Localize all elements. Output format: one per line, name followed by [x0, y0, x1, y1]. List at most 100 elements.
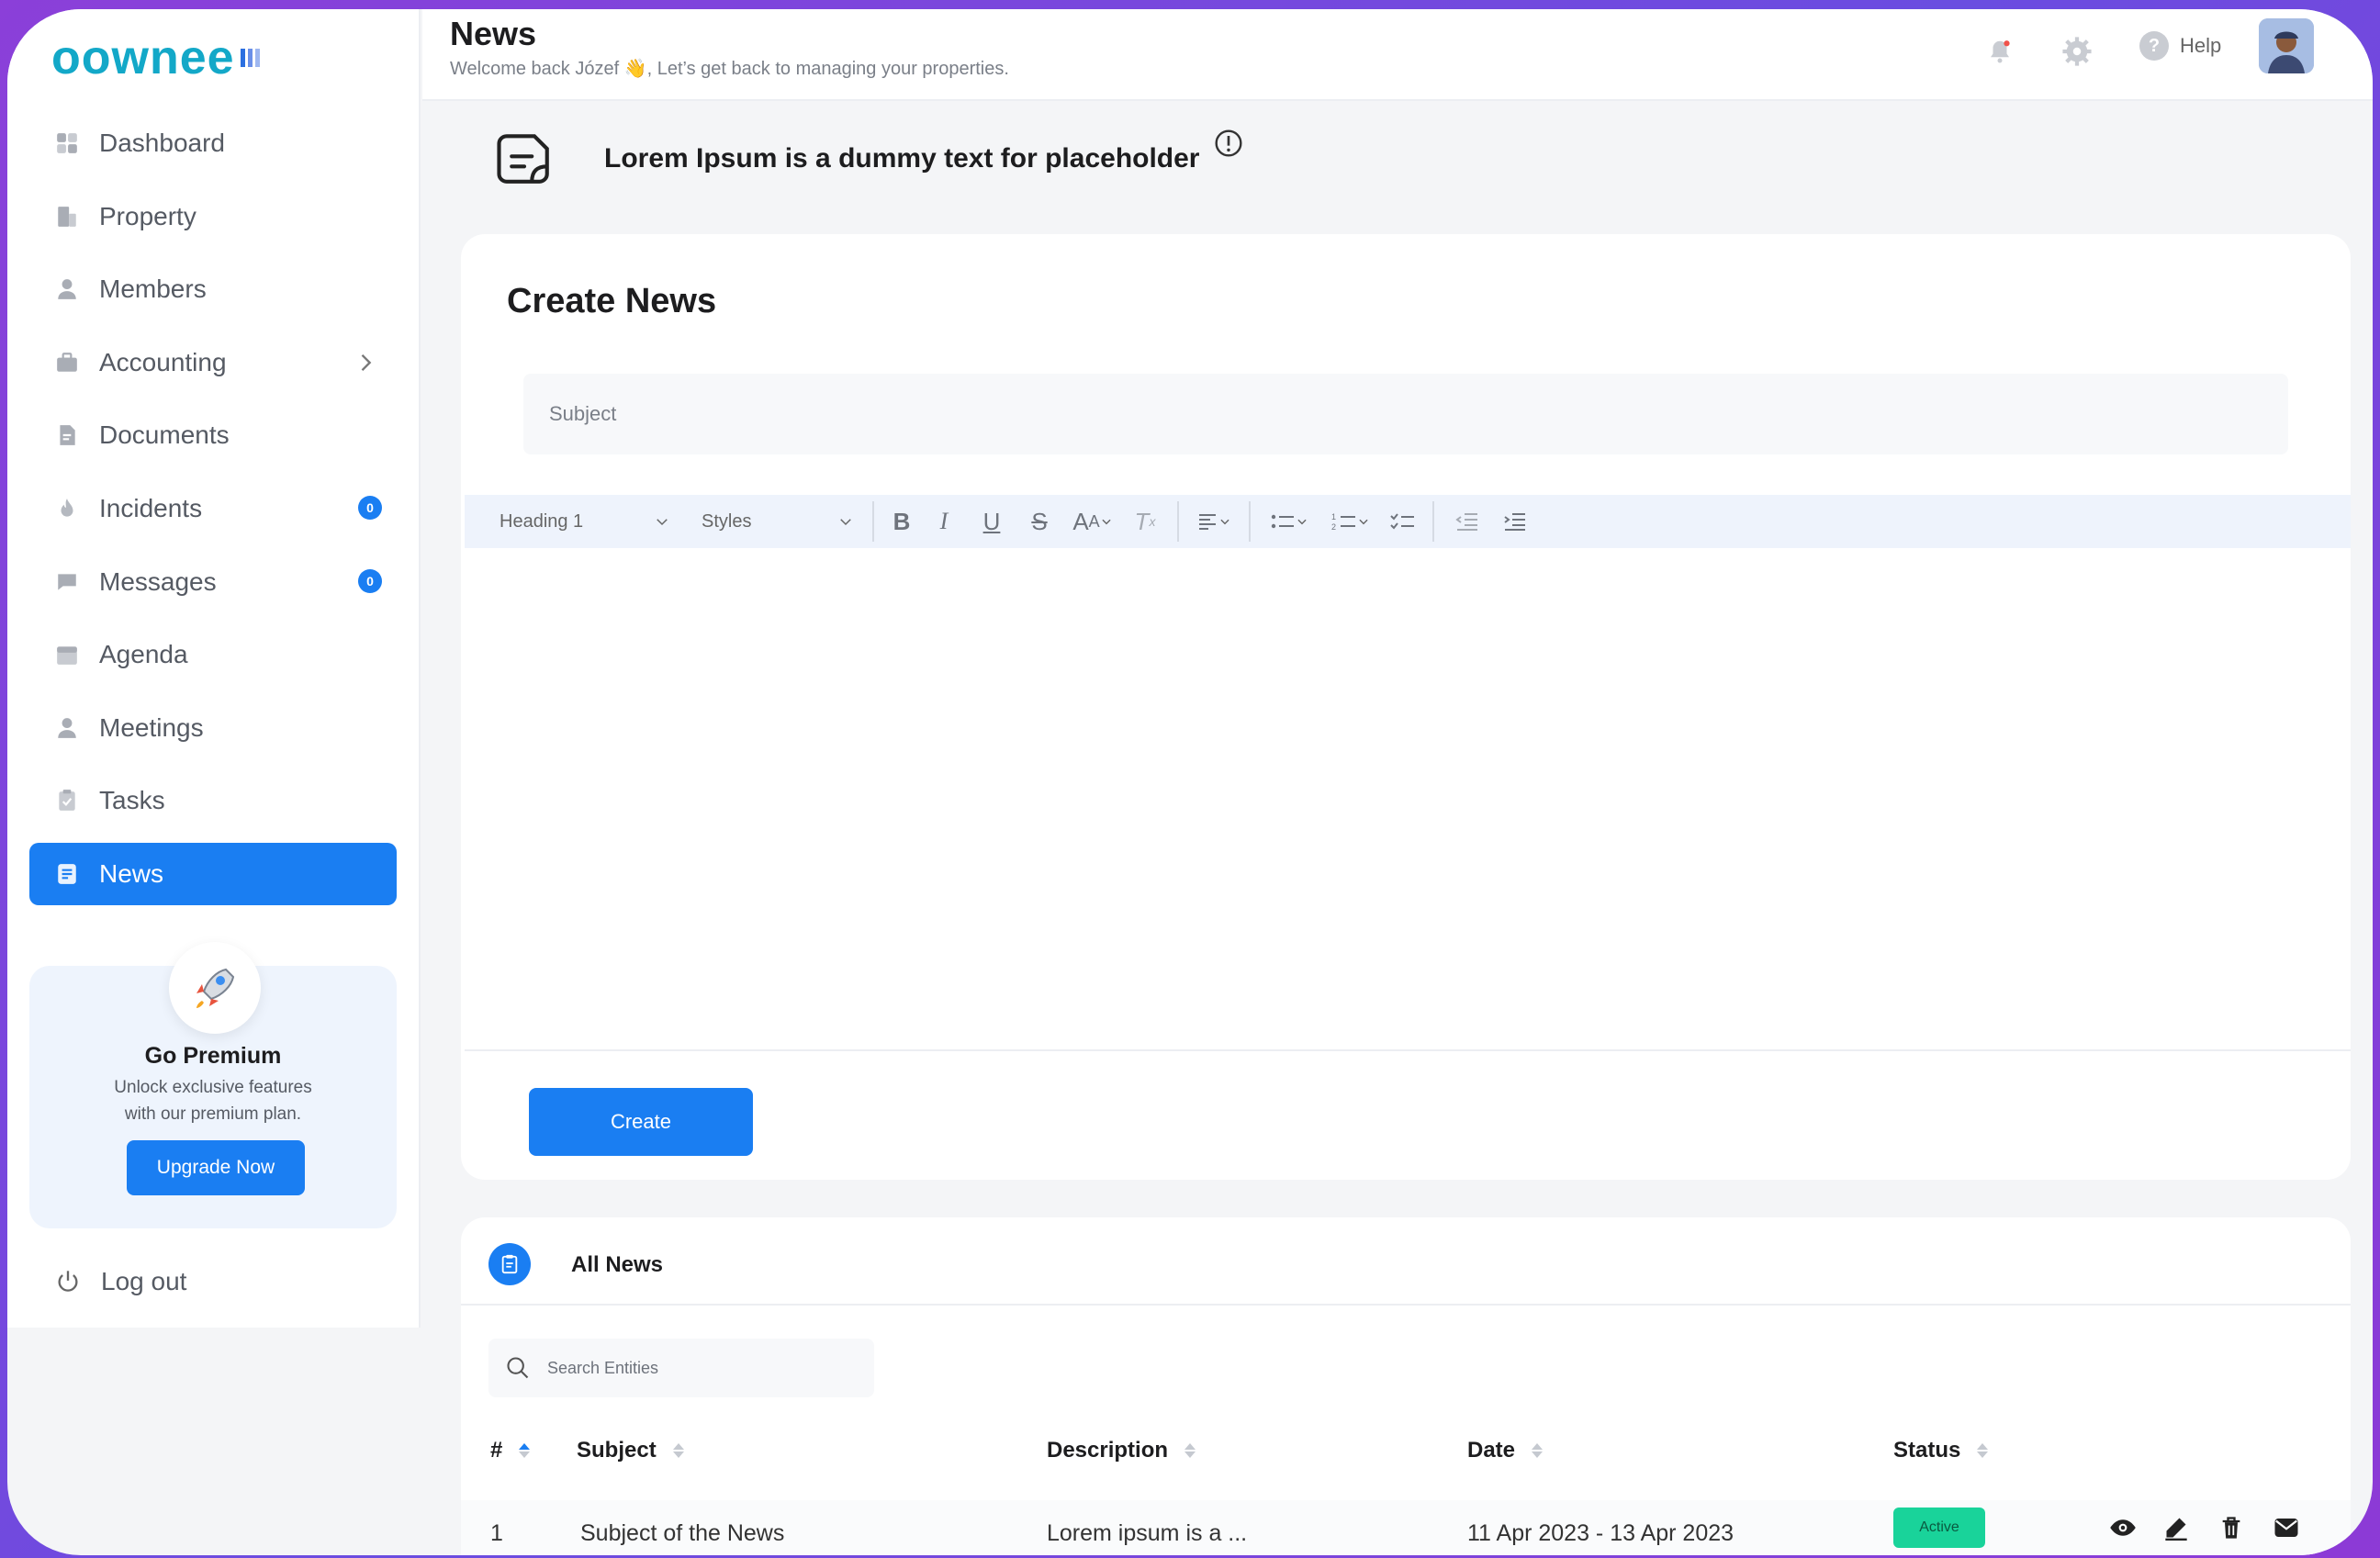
- page-title: News: [450, 15, 537, 52]
- all-news-title: All News: [571, 1252, 664, 1277]
- column-header-label: Status: [1893, 1438, 1961, 1463]
- clear-format-icon[interactable]: Tx: [1122, 503, 1168, 540]
- eye-icon[interactable]: [2108, 1513, 2138, 1542]
- column-header-label: #: [490, 1438, 503, 1463]
- dashboard-icon: [55, 131, 79, 155]
- column-header-subject[interactable]: Subject: [577, 1438, 684, 1463]
- column-header-status[interactable]: Status: [1893, 1438, 1989, 1463]
- indent-icon[interactable]: [1491, 503, 1539, 540]
- svg-text:1: 1: [1331, 512, 1336, 521]
- numbered-list-icon[interactable]: 12: [1319, 503, 1383, 540]
- sidebar-item-members[interactable]: Members: [29, 258, 397, 320]
- column-header-label: Subject: [577, 1438, 657, 1463]
- table-row[interactable]: 1 Subject of the News Lorem ipsum is a .…: [461, 1500, 2351, 1555]
- sidebar-item-label: Members: [99, 275, 207, 304]
- cell-subject: Subject of the News: [580, 1520, 785, 1546]
- power-icon: [58, 1271, 78, 1292]
- toolbar-divider: [872, 501, 874, 542]
- italic-icon[interactable]: I: [920, 503, 968, 540]
- column-header-description[interactable]: Description: [1047, 1438, 1196, 1463]
- checklist-icon[interactable]: [1383, 503, 1423, 540]
- sidebar-item-label: Dashboard: [99, 129, 225, 157]
- bold-icon[interactable]: B: [883, 503, 920, 540]
- premium-title: Go Premium: [144, 1043, 282, 1069]
- heading-select[interactable]: Heading 1: [500, 511, 670, 532]
- subject-input[interactable]: [523, 374, 2288, 454]
- toolbar-divider: [1432, 501, 1434, 542]
- premium-card: Go Premium Unlock exclusive features with…: [29, 942, 397, 1228]
- sidebar-nav: Dashboard Property Members Accounting Do…: [29, 112, 397, 916]
- rocket-icon: [169, 942, 261, 1034]
- search-box: [488, 1339, 874, 1397]
- status-badge: Active: [1893, 1508, 1985, 1548]
- heading-select-value: Heading 1: [500, 510, 584, 532]
- sidebar-item-accounting[interactable]: Accounting: [29, 331, 397, 394]
- align-left-icon[interactable]: [1188, 503, 1240, 540]
- bullet-list-icon[interactable]: [1260, 503, 1319, 540]
- column-header-label: Description: [1047, 1438, 1169, 1463]
- avatar[interactable]: [2259, 18, 2314, 73]
- sidebar-item-news[interactable]: News: [29, 842, 397, 905]
- search-input[interactable]: [547, 1358, 841, 1378]
- underline-icon[interactable]: U: [968, 503, 1016, 540]
- banner-text: Lorem Ipsum is a dummy text for placehol…: [604, 143, 1200, 174]
- sidebar-item-documents[interactable]: Documents: [29, 404, 397, 466]
- strikethrough-icon[interactable]: S: [1016, 503, 1063, 540]
- sort-icon: [1977, 1443, 1989, 1458]
- sidebar-item-label: Messages: [99, 566, 217, 596]
- edit-icon[interactable]: [2161, 1513, 2191, 1542]
- sidebar-item-meetings[interactable]: Meetings: [29, 697, 397, 759]
- chevron-right-icon: [361, 353, 372, 371]
- building-icon: [55, 205, 79, 229]
- info-banner: Lorem Ipsum is a dummy text for placehol…: [494, 129, 1242, 189]
- page-subtitle: Welcome back Józef 👋, Let’s get back to …: [450, 59, 1009, 79]
- styles-select[interactable]: Styles: [702, 511, 854, 532]
- sidebar-item-agenda[interactable]: Agenda: [29, 623, 397, 686]
- sidebar-item-property[interactable]: Property: [29, 185, 397, 248]
- sidebar-item-label: Property: [99, 201, 196, 230]
- mail-icon[interactable]: [2272, 1513, 2301, 1542]
- news-icon: [55, 862, 79, 886]
- sidebar-item-incidents[interactable]: Incidents 0: [29, 477, 397, 540]
- sticky-note-icon: [497, 134, 549, 184]
- create-button[interactable]: Create: [529, 1088, 753, 1156]
- clipboard-icon: [55, 789, 79, 813]
- premium-line-2: with our premium plan.: [124, 1104, 302, 1124]
- briefcase-icon: [55, 351, 79, 375]
- info-icon[interactable]: [1214, 129, 1243, 158]
- gear-icon[interactable]: [2060, 35, 2094, 68]
- editor-toolbar: Heading 1 Styles B I U S AA Tx 12: [465, 495, 2351, 548]
- column-header-date[interactable]: Date: [1467, 1438, 1544, 1463]
- calendar-icon: [55, 643, 79, 667]
- sort-icon: [519, 1443, 531, 1458]
- chat-icon: [55, 570, 79, 594]
- upgrade-now-button[interactable]: Upgrade Now: [127, 1140, 305, 1195]
- logo[interactable]: oownee: [51, 26, 260, 90]
- sidebar: oownee Dashboard Property Members Accoun…: [7, 9, 421, 1328]
- notification-badge: 0: [358, 495, 382, 520]
- sidebar-item-dashboard[interactable]: Dashboard: [29, 112, 397, 174]
- toolbar-divider: [1177, 501, 1179, 542]
- trash-icon[interactable]: [2217, 1513, 2246, 1542]
- bell-icon[interactable]: [1983, 35, 2016, 68]
- create-news-card: Create News Heading 1 Styles B I U S AA …: [461, 234, 2351, 1180]
- column-header-number[interactable]: #: [490, 1438, 531, 1463]
- font-size-icon[interactable]: AA: [1063, 503, 1122, 540]
- chevron-down-icon: [840, 519, 851, 526]
- question-icon: ?: [2139, 31, 2169, 61]
- sidebar-item-label: Documents: [99, 420, 230, 450]
- search-icon: [507, 1357, 529, 1379]
- logo-bars-icon: [240, 49, 260, 67]
- styles-select-value: Styles: [702, 510, 752, 532]
- toolbar-divider: [1249, 501, 1251, 542]
- sidebar-item-messages[interactable]: Messages 0: [29, 551, 397, 613]
- sidebar-item-tasks[interactable]: Tasks: [29, 769, 397, 832]
- outdent-icon[interactable]: [1443, 503, 1491, 540]
- news-body-editor[interactable]: [465, 548, 2351, 1051]
- logout-button[interactable]: Log out: [29, 1250, 397, 1313]
- sidebar-item-label: Tasks: [99, 786, 165, 815]
- help-button[interactable]: ? Help: [2139, 31, 2221, 61]
- chevron-down-icon: [657, 519, 668, 526]
- sort-icon: [1184, 1443, 1196, 1458]
- sort-icon: [672, 1443, 684, 1458]
